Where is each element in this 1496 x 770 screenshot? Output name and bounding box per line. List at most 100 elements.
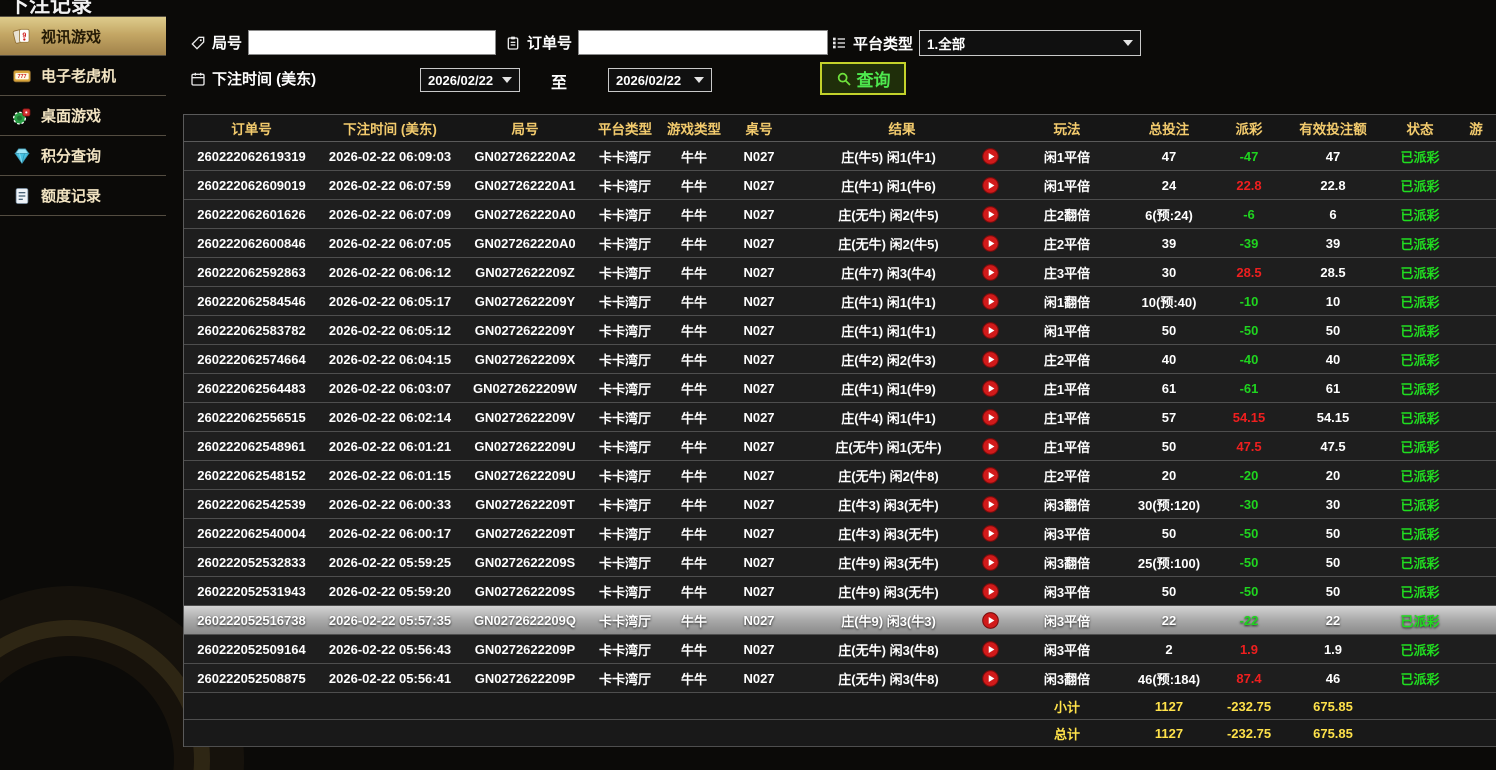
play-type-cell: 庄2平倍	[1013, 345, 1121, 373]
valid-bet-cell: 10	[1281, 287, 1385, 315]
platform-cell: 卡卡湾厅	[589, 258, 661, 286]
svg-text:777: 777	[17, 74, 26, 80]
valid-bet-cell: 50	[1281, 577, 1385, 605]
table-number-cell: N027	[727, 403, 791, 431]
table-row[interactable]: 2602220625481522026-02-22 06:01:15GN0272…	[184, 461, 1496, 490]
order-number-cell: 260222062556515	[184, 403, 319, 431]
column-header: 平台类型	[589, 115, 661, 141]
gem-icon	[12, 146, 32, 166]
valid-bet-cell: 30	[1281, 490, 1385, 518]
sidebar-item-points-query[interactable]: 积分查询	[0, 136, 166, 176]
valid-bet-cell: 22	[1281, 606, 1385, 634]
play-video-button[interactable]	[982, 235, 999, 252]
table-row[interactable]: 2602220626016262026-02-22 06:07:09GN0272…	[184, 200, 1496, 229]
date-to-picker[interactable]: 2026/02/22	[608, 68, 712, 92]
order-number-cell: 260222062601626	[184, 200, 319, 228]
round-input[interactable]	[248, 30, 496, 55]
table-row[interactable]: 2602220625845462026-02-22 06:05:17GN0272…	[184, 287, 1496, 316]
round-number-cell: GN0272622209Q	[461, 606, 589, 634]
extra-cell	[1455, 606, 1496, 634]
sidebar-item-table-games[interactable]: 桌面游戏	[0, 96, 166, 136]
table-row[interactable]: 2602220626090192026-02-22 06:07:59GN0272…	[184, 171, 1496, 200]
table-row[interactable]: 2602220525167382026-02-22 05:57:35GN0272…	[184, 606, 1496, 635]
valid-bet-cell: 54.15	[1281, 403, 1385, 431]
platform-cell: 卡卡湾厅	[589, 403, 661, 431]
play-video-button[interactable]	[982, 583, 999, 600]
playing-cards-icon: 9	[12, 26, 32, 46]
result-cell: 庄(牛1) 闲1(牛9)	[791, 374, 1013, 402]
play-video-button[interactable]	[982, 612, 999, 629]
platform-select[interactable]: 1.全部	[919, 30, 1141, 56]
play-video-button[interactable]	[982, 351, 999, 368]
play-video-button[interactable]	[982, 409, 999, 426]
play-video-button[interactable]	[982, 322, 999, 339]
table-row[interactable]: 2602220525091642026-02-22 05:56:43GN0272…	[184, 635, 1496, 664]
game-type-cell: 牛牛	[661, 519, 727, 547]
play-video-button[interactable]	[982, 206, 999, 223]
table-row[interactable]: 2602220625425392026-02-22 06:00:33GN0272…	[184, 490, 1496, 519]
table-row[interactable]: 2602220625746642026-02-22 06:04:15GN0272…	[184, 345, 1496, 374]
query-button[interactable]: 查询	[820, 62, 906, 95]
total-bet-cell: 39	[1121, 229, 1217, 257]
table-row[interactable]: 2602220625565152026-02-22 06:02:14GN0272…	[184, 403, 1496, 432]
empty-cell	[1455, 693, 1496, 719]
play-video-button[interactable]	[982, 525, 999, 542]
status-badge: 已派彩	[1385, 200, 1455, 228]
table-row[interactable]: 2602220626008462026-02-22 06:07:05GN0272…	[184, 229, 1496, 258]
table-row[interactable]: 2602220525088752026-02-22 05:56:41GN0272…	[184, 664, 1496, 693]
table-row[interactable]: 2602220625928632026-02-22 06:06:12GN0272…	[184, 258, 1496, 287]
round-number-cell: GN0272622209T	[461, 490, 589, 518]
game-type-cell: 牛牛	[661, 374, 727, 402]
game-type-cell: 牛牛	[661, 316, 727, 344]
payout-cell: 28.5	[1217, 258, 1281, 286]
play-video-button[interactable]	[982, 467, 999, 484]
play-video-button[interactable]	[982, 264, 999, 281]
table-number-cell: N027	[727, 171, 791, 199]
empty-cell	[791, 693, 1013, 719]
table-number-cell: N027	[727, 316, 791, 344]
play-video-button[interactable]	[982, 380, 999, 397]
play-video-button[interactable]	[982, 293, 999, 310]
table-row[interactable]: 2602220625644832026-02-22 06:03:07GN0272…	[184, 374, 1496, 403]
date-from-picker[interactable]: 2026/02/22	[420, 68, 520, 92]
order-number-cell: 260222062548961	[184, 432, 319, 460]
extra-cell	[1455, 403, 1496, 431]
table-row[interactable]: 2602220625837822026-02-22 06:05:12GN0272…	[184, 316, 1496, 345]
play-video-button[interactable]	[982, 670, 999, 687]
sidebar: 9 视讯游戏 777 电子老虎机 桌面游戏 积分查询 额度记录	[0, 16, 166, 216]
table-row[interactable]: 2602220525328332026-02-22 05:59:25GN0272…	[184, 548, 1496, 577]
play-video-button[interactable]	[982, 148, 999, 165]
round-number-cell: GN027262220A1	[461, 171, 589, 199]
play-type-cell: 庄3平倍	[1013, 258, 1121, 286]
sidebar-item-slots[interactable]: 777 电子老虎机	[0, 56, 166, 96]
result-text: 庄(无牛) 闲2(牛8)	[795, 466, 982, 485]
order-input[interactable]	[578, 30, 828, 55]
game-type-cell: 牛牛	[661, 200, 727, 228]
play-video-button[interactable]	[982, 496, 999, 513]
table-row[interactable]: 2602220625400042026-02-22 06:00:17GN0272…	[184, 519, 1496, 548]
status-badge: 已派彩	[1385, 229, 1455, 257]
sidebar-item-quota-records[interactable]: 额度记录	[0, 176, 166, 216]
order-number-cell: 260222062574664	[184, 345, 319, 373]
payout-cell: -30	[1217, 490, 1281, 518]
table-row[interactable]: 2602220525319432026-02-22 05:59:20GN0272…	[184, 577, 1496, 606]
sidebar-item-video-games[interactable]: 9 视讯游戏	[0, 16, 166, 56]
records-table: 订单号下注时间 (美东)局号平台类型游戏类型桌号结果玩法总投注派彩有效投注额状态…	[183, 114, 1496, 747]
total-row: 总计1127-232.75675.85	[184, 720, 1496, 747]
table-row[interactable]: 2602220626193192026-02-22 06:09:03GN0272…	[184, 142, 1496, 171]
column-header: 游戏类型	[661, 115, 727, 141]
payout-cell: 1.9	[1217, 635, 1281, 663]
play-video-button[interactable]	[982, 641, 999, 658]
payout-cell: 54.15	[1217, 403, 1281, 431]
table-row[interactable]: 2602220625489612026-02-22 06:01:21GN0272…	[184, 432, 1496, 461]
result-text: 庄(牛1) 闲1(牛9)	[795, 379, 982, 398]
play-video-button[interactable]	[982, 438, 999, 455]
play-video-button[interactable]	[982, 554, 999, 571]
play-video-button[interactable]	[982, 177, 999, 194]
result-text: 庄(无牛) 闲3(牛8)	[795, 640, 982, 659]
platform-cell: 卡卡湾厅	[589, 606, 661, 634]
table-number-cell: N027	[727, 258, 791, 286]
extra-cell	[1455, 461, 1496, 489]
empty-cell	[661, 720, 727, 746]
sidebar-item-label: 桌面游戏	[41, 105, 101, 126]
